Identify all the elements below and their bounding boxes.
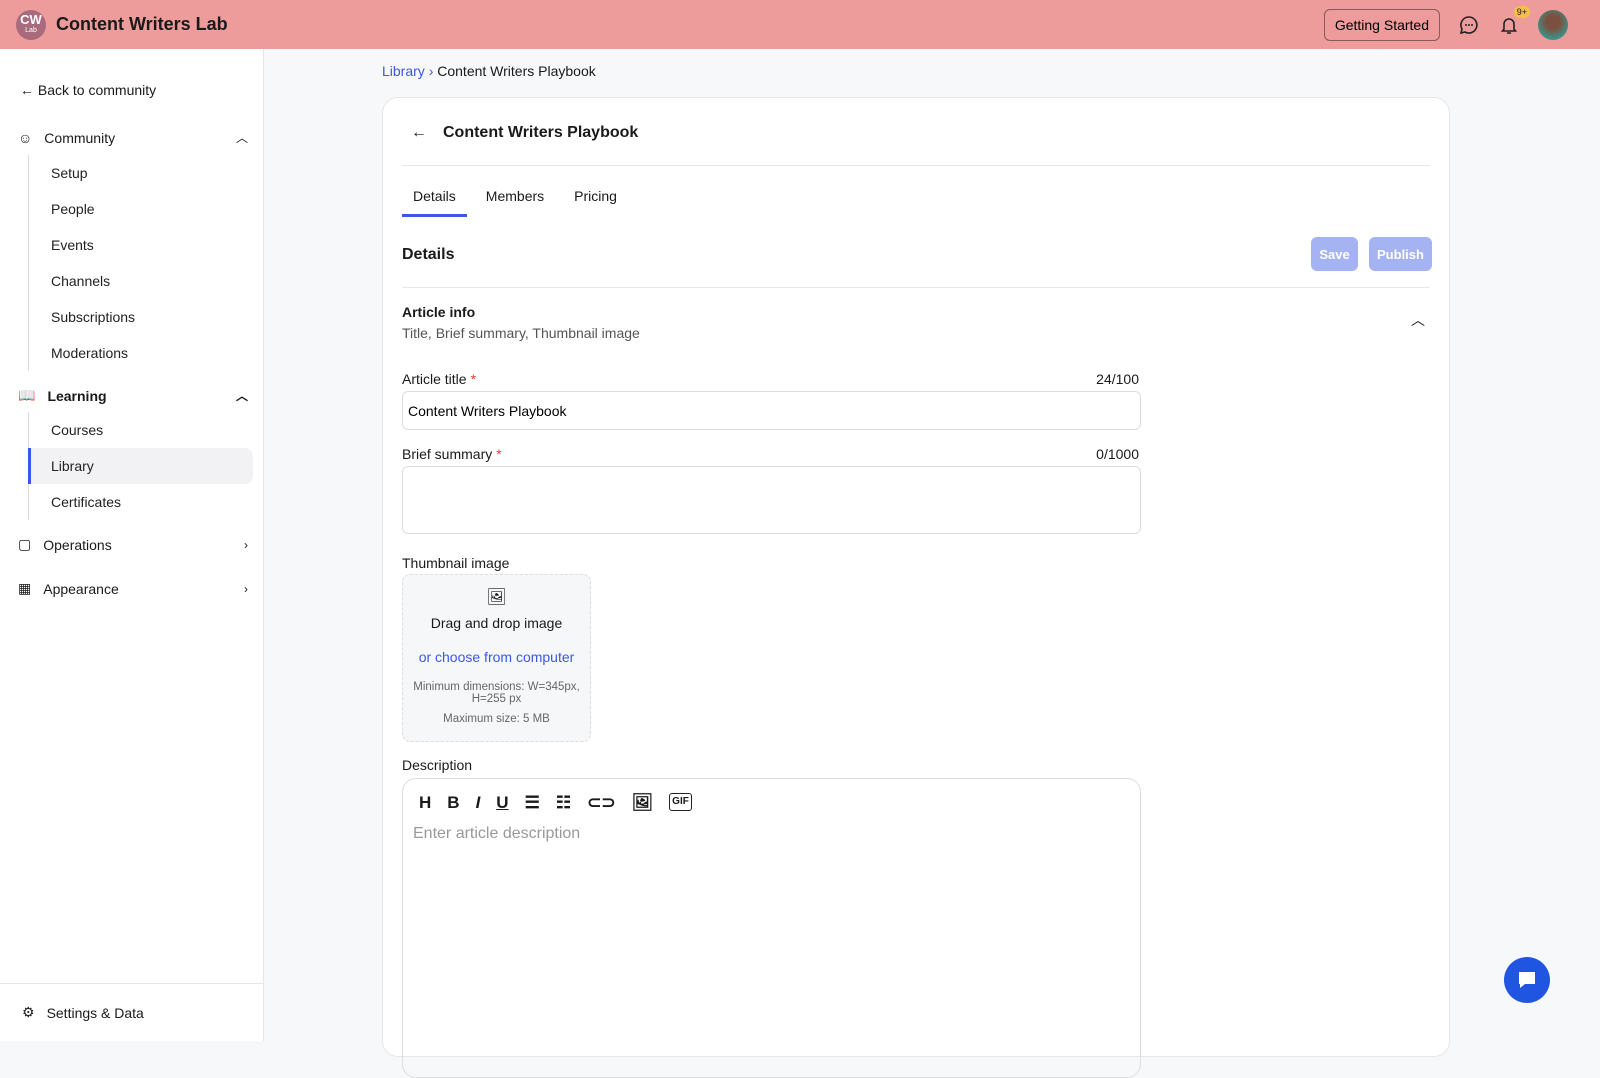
section-title: Details xyxy=(402,246,455,263)
arrow-left-icon: ← xyxy=(20,82,34,98)
max-size-text: Maximum size: 5 MB xyxy=(443,713,550,725)
breadcrumb-library[interactable]: Library xyxy=(382,63,425,79)
bullet-list-icon[interactable]: ☰ xyxy=(525,793,540,813)
sidebar-section-learning[interactable]: 📖 Learning ︿ xyxy=(18,387,248,404)
chat-icon[interactable] xyxy=(1458,14,1480,36)
breadcrumb: Library › Content Writers Playbook xyxy=(382,63,596,79)
title-char-count: 24/100 xyxy=(1096,371,1139,387)
community-submenu: Setup People Events Channels Subscriptio… xyxy=(28,155,253,371)
label-text: Brief summary xyxy=(402,446,493,462)
chevron-right-icon: › xyxy=(428,63,434,79)
book-icon: 📖 xyxy=(18,387,36,403)
chevron-right-icon: › xyxy=(244,581,248,596)
chevron-up-icon: ︿ xyxy=(235,389,248,403)
operations-icon: ▢ xyxy=(18,536,32,552)
logo-sub: Lab xyxy=(25,26,37,34)
image-icon: 🖼 xyxy=(486,589,507,606)
bold-icon[interactable]: B xyxy=(447,793,459,813)
sidebar-section-community[interactable]: ☺ Community ︿ xyxy=(18,129,248,146)
article-editor-card: ← Content Writers Playbook Details Member… xyxy=(382,97,1450,1078)
article-info-title: Article info xyxy=(402,304,476,320)
sidebar-section-appearance[interactable]: ▦ Appearance › xyxy=(18,580,248,597)
sidebar-item-channels[interactable]: Channels xyxy=(29,263,253,299)
back-to-community-link[interactable]: ← Back to community xyxy=(20,82,156,98)
publish-button[interactable]: Publish xyxy=(1369,237,1432,271)
insert-image-icon[interactable]: 🖼 xyxy=(632,793,654,813)
link-icon[interactable]: ⊂⊃ xyxy=(587,793,616,813)
article-title-input[interactable] xyxy=(402,391,1141,430)
drag-drop-text: Drag and drop image xyxy=(430,615,563,631)
underline-icon[interactable]: U xyxy=(496,793,508,813)
sidebar-item-subscriptions[interactable]: Subscriptions xyxy=(29,299,253,335)
sidebar-item-setup[interactable]: Setup xyxy=(29,155,253,191)
numbered-list-icon[interactable]: ☷ xyxy=(556,793,571,813)
description-label: Description xyxy=(402,757,473,773)
section-label: Operations xyxy=(43,536,112,553)
tab-members[interactable]: Members xyxy=(475,186,555,217)
sidebar: ← Back to community ☺ Community ︿ Setup Pe… xyxy=(0,49,264,1041)
tabs: Details Members Pricing xyxy=(402,186,636,217)
learning-submenu: Courses Library Certificates xyxy=(28,412,253,520)
chevron-up-icon[interactable]: ︿ xyxy=(1411,310,1425,330)
brief-summary-label: Brief summary * xyxy=(402,446,502,462)
bell-icon[interactable]: 9+ xyxy=(1498,5,1530,36)
save-button[interactable]: Save xyxy=(1311,237,1358,271)
community-icon: ☺ xyxy=(18,129,33,146)
page-title: Content Writers Playbook xyxy=(443,124,639,141)
sidebar-item-moderations[interactable]: Moderations xyxy=(29,335,253,371)
community-name[interactable]: Content Writers Lab xyxy=(56,14,228,35)
thumbnail-label: Thumbnail image xyxy=(402,555,510,571)
support-chat-button[interactable] xyxy=(1504,957,1550,1003)
article-info-subtitle: Title, Brief summary, Thumbnail image xyxy=(402,325,640,341)
back-arrow-icon[interactable]: ← xyxy=(411,124,427,142)
logo-text: CW xyxy=(20,11,42,27)
tab-pricing[interactable]: Pricing xyxy=(563,186,628,217)
notification-badge: 9+ xyxy=(1513,5,1530,18)
required-marker: * xyxy=(496,446,502,462)
divider xyxy=(402,287,1430,288)
gif-icon[interactable]: GIF xyxy=(669,793,692,811)
thumbnail-dropzone[interactable]: 🖼 Drag and drop image or choose from com… xyxy=(402,574,591,742)
description-placeholder: Enter article description xyxy=(413,825,581,842)
sidebar-item-library[interactable]: Library xyxy=(28,448,253,484)
description-editor[interactable]: H B I U ☰ ☷ ⊂⊃ 🖼 GIF Enter article descr… xyxy=(402,778,1141,1078)
settings-label: Settings & Data xyxy=(46,1004,144,1021)
chevron-up-icon: ︿ xyxy=(235,131,248,145)
article-title-label: Article title * xyxy=(402,371,476,387)
divider xyxy=(402,165,1430,166)
choose-from-computer-link[interactable]: or choose from computer xyxy=(403,649,590,665)
user-avatar[interactable] xyxy=(1538,9,1568,40)
gear-icon: ⚙ xyxy=(22,1004,35,1020)
back-label: Back to community xyxy=(37,82,157,98)
top-bar: CW Lab Content Writers Lab Getting Starte… xyxy=(0,0,1600,49)
label-text: Article title xyxy=(402,371,467,387)
sidebar-item-courses[interactable]: Courses xyxy=(29,412,253,448)
sidebar-item-events[interactable]: Events xyxy=(29,227,253,263)
min-dimensions-text: Minimum dimensions: W=345px, H=255 px xyxy=(413,681,580,705)
community-logo[interactable]: CW Lab xyxy=(16,9,46,40)
italic-icon[interactable]: I xyxy=(476,793,481,813)
chevron-right-icon: › xyxy=(244,537,248,552)
section-label: Community xyxy=(44,129,116,146)
sidebar-section-operations[interactable]: ▢ Operations › xyxy=(18,536,248,553)
tab-details[interactable]: Details xyxy=(402,186,467,217)
chat-bubble-icon xyxy=(1519,972,1535,988)
section-label: Appearance xyxy=(43,580,119,597)
settings-and-data-link[interactable]: ⚙ Settings & Data xyxy=(0,983,264,1041)
appearance-icon: ▦ xyxy=(18,580,32,596)
editor-toolbar: H B I U ☰ ☷ ⊂⊃ 🖼 GIF xyxy=(403,779,1140,813)
required-marker: * xyxy=(470,371,477,387)
sidebar-item-certificates[interactable]: Certificates xyxy=(29,484,253,520)
breadcrumb-current: Content Writers Playbook xyxy=(437,63,596,79)
getting-started-button[interactable]: Getting Started xyxy=(1323,8,1440,41)
brief-summary-input[interactable] xyxy=(402,466,1141,534)
section-label: Learning xyxy=(47,387,107,404)
sidebar-item-people[interactable]: People xyxy=(29,191,253,227)
summary-char-count: 0/1000 xyxy=(1096,446,1139,462)
heading-icon[interactable]: H xyxy=(419,793,431,813)
